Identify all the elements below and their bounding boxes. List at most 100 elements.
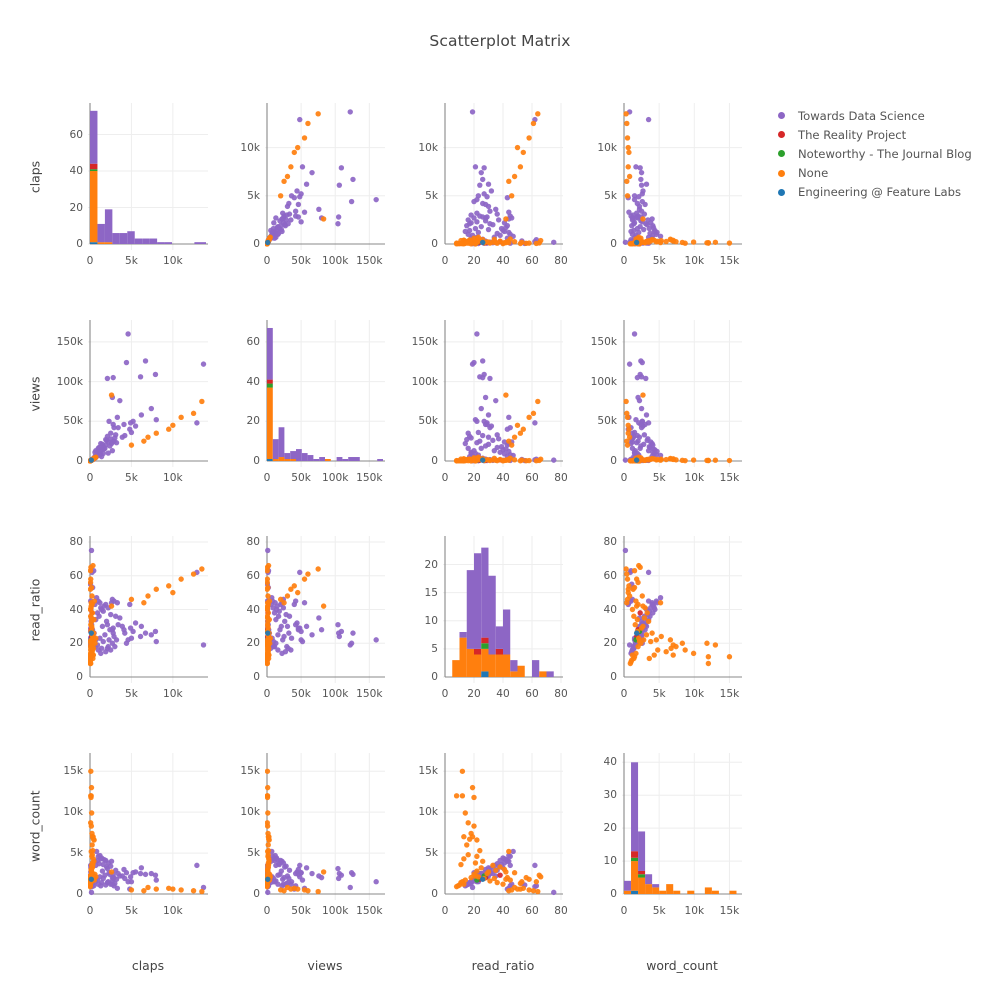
scatter-cell-views-vs-claps[interactable]: 0 5k 10k 0 50k 100k 150k — [240, 103, 385, 267]
x-tick-label: 150k — [356, 472, 383, 484]
plot-area — [622, 320, 742, 467]
y-tick-label: 150k — [590, 335, 617, 348]
scatter-cell-claps-vs-word_count[interactable]: 0 5k 10k 15k 0 5k 10k — [63, 753, 208, 917]
y-tick-label: 0 — [610, 671, 617, 683]
histogram-cell-claps-vs-claps[interactable]: 0 20 40 60 0 5k 10k — [70, 103, 208, 267]
row-axis-title-claps: claps — [27, 160, 43, 193]
y-tick-label: 50k — [63, 415, 83, 428]
legend-item-label: Noteworthy - The Journal Blog — [798, 146, 972, 161]
x-tick-label: 15k — [719, 472, 740, 484]
x-tick-label: 10k — [684, 905, 705, 917]
x-tick-label: 0 — [86, 255, 94, 267]
y-tick-label: 10k — [240, 806, 260, 819]
legend-swatch-dot-icon — [778, 131, 785, 139]
x-tick-label: 10k — [163, 688, 183, 700]
x-tick-label: 0 — [620, 688, 628, 700]
y-tick-label: 0 — [76, 238, 83, 250]
y-tick-label: 100k — [411, 375, 438, 388]
x-tick-label: 5k — [124, 688, 138, 700]
x-tick-label: 0 — [263, 255, 271, 267]
x-tick-label: 0 — [441, 472, 449, 484]
y-tick-label: 0 — [76, 671, 83, 683]
y-tick-label: 15k — [418, 765, 438, 778]
x-tick-label: 150k — [356, 688, 383, 700]
x-tick-label: 0 — [620, 255, 628, 267]
scatter-cell-views-vs-read_ratio[interactable]: 0 20 40 60 80 0 50k 100k 150k — [247, 536, 385, 700]
x-tick-label: 150k — [356, 905, 383, 917]
x-tick-label: 60 — [525, 472, 539, 484]
y-tick-label: 20 — [69, 637, 83, 650]
plot-area — [88, 103, 208, 250]
x-tick-label: 50k — [291, 688, 311, 700]
legend-item[interactable]: The Reality Project — [778, 125, 972, 144]
plot-area — [443, 753, 563, 900]
scatter-cell-word_count-vs-claps[interactable]: 0 5k 10k 0 5k 10k 15k — [597, 103, 742, 267]
x-tick-label: 15k — [719, 688, 740, 700]
legend-item[interactable]: Engineering @ Feature Labs — [778, 183, 972, 202]
scatter-cell-read_ratio-vs-claps[interactable]: 0 5k 10k 0 20 40 60 80 — [418, 103, 568, 267]
page-title: Scatterplot Matrix — [429, 32, 571, 50]
y-tick-label: 0 — [610, 238, 617, 250]
plot-area — [622, 536, 742, 683]
y-tick-label: 80 — [246, 536, 260, 548]
y-tick-label: 0 — [253, 888, 260, 900]
x-tick-label: 100k — [322, 255, 349, 267]
y-tick-label: 10k — [63, 806, 83, 819]
x-tick-label: 80 — [554, 472, 568, 484]
x-tick-label: 50k — [291, 255, 311, 267]
y-tick-label: 0 — [610, 455, 617, 467]
y-tick-label: 60 — [69, 128, 83, 141]
histogram-cell-read_ratio-vs-read_ratio[interactable]: 0 5 10 15 20 0 20 40 60 80 — [425, 536, 568, 700]
y-tick-label: 40 — [246, 375, 260, 388]
x-tick-label: 20 — [467, 688, 481, 700]
x-tick-label: 0 — [263, 472, 271, 484]
legend-item[interactable]: Towards Data Science — [778, 106, 972, 125]
scatter-cell-claps-vs-views[interactable]: 0 50k 100k 150k 0 5k 10k — [57, 320, 208, 484]
plot-area — [443, 320, 563, 467]
x-tick-label: 20 — [467, 255, 481, 267]
y-tick-label: 60 — [69, 569, 83, 582]
x-tick-label: 40 — [496, 255, 510, 267]
y-tick-label: 0 — [610, 888, 617, 900]
y-tick-label: 80 — [603, 536, 617, 548]
x-tick-label: 10k — [163, 472, 183, 484]
y-tick-label: 0 — [431, 888, 438, 900]
y-tick-label: 150k — [56, 335, 83, 348]
legend-item-label: The Reality Project — [798, 127, 907, 142]
x-tick-label: 40 — [496, 472, 510, 484]
legend-swatch-dot-icon — [778, 150, 785, 158]
plot-area — [622, 103, 742, 250]
scatter-cell-word_count-vs-read_ratio[interactable]: 0 20 40 60 80 0 5k 10k 15k — [604, 536, 742, 700]
scatter-cell-read_ratio-vs-views[interactable]: 0 50k 100k 150k 0 20 40 60 80 — [412, 320, 568, 484]
y-tick-label: 20 — [603, 822, 617, 835]
scatter-cell-views-vs-word_count[interactable]: 0 5k 10k 15k 0 50k 100k 150k — [240, 753, 385, 917]
x-tick-label: 0 — [441, 688, 449, 700]
x-tick-label: 5k — [124, 905, 138, 917]
row-axis-title-word_count: word_count — [27, 789, 43, 862]
x-tick-label: 40 — [496, 905, 510, 917]
y-tick-label: 100k — [590, 375, 617, 388]
x-tick-label: 5k — [124, 255, 138, 267]
row-axis-title-views: views — [27, 376, 43, 411]
histogram-cell-word_count-vs-word_count[interactable]: 0 10 20 30 40 0 5k 10k 15k — [604, 753, 742, 917]
y-tick-label: 0 — [253, 455, 260, 467]
scatter-cell-word_count-vs-views[interactable]: 0 50k 100k 150k 0 5k 10k 15k — [591, 320, 742, 484]
x-tick-label: 100k — [322, 905, 349, 917]
legend-item-label: Engineering @ Feature Labs — [798, 185, 961, 200]
plot-area — [622, 753, 742, 900]
plot-area — [265, 320, 385, 467]
y-tick-label: 10k — [597, 141, 617, 154]
y-tick-label: 60 — [246, 335, 260, 348]
legend-item[interactable]: Noteworthy - The Journal Blog — [778, 144, 972, 163]
y-tick-label: 15k — [63, 765, 83, 778]
x-tick-label: 150k — [356, 255, 383, 267]
legend-item[interactable]: None — [778, 164, 972, 183]
x-tick-label: 0 — [86, 905, 94, 917]
y-tick-label: 10 — [603, 855, 617, 868]
scatter-cell-read_ratio-vs-word_count[interactable]: 0 5k 10k 15k 0 20 40 60 80 — [418, 753, 568, 917]
y-tick-label: 80 — [69, 536, 83, 548]
histogram-cell-views-vs-views[interactable]: 0 20 40 60 0 50k 100k 150k — [247, 320, 385, 484]
scatter-cell-claps-vs-read_ratio[interactable]: 0 20 40 60 80 0 5k 10k — [70, 536, 208, 700]
y-tick-label: 5k — [247, 189, 260, 202]
x-tick-label: 10k — [163, 255, 183, 267]
